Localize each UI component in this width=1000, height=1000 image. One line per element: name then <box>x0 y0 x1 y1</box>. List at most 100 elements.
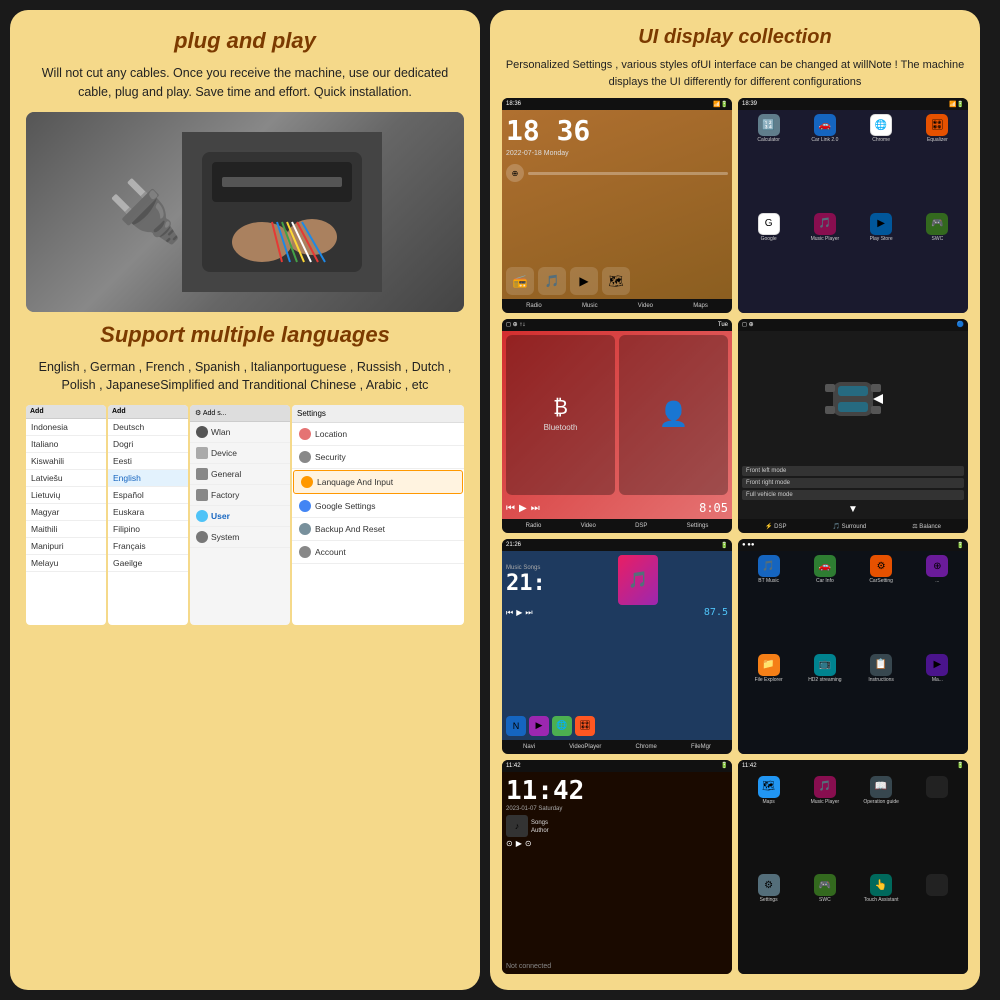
ss5-info: Music Songs 21: <box>506 565 546 596</box>
lang-item-a4[interactable]: Latviešu <box>26 470 106 487</box>
settings-item-location[interactable]: Location <box>292 423 464 446</box>
ss3-dsp-label: DSP <box>635 523 647 529</box>
ss1-clock: 18 36 <box>506 114 728 147</box>
system-icon <box>196 531 208 543</box>
lang-item-a6[interactable]: Magyar <box>26 504 106 521</box>
ss8-blank2 <box>911 874 964 970</box>
lang-item-a8[interactable]: Manipuri <box>26 538 106 555</box>
ss1-maps-label: Maps <box>693 303 708 309</box>
instructions-icon: 📋 <box>870 654 892 676</box>
lang-item-b7[interactable]: Filipino <box>108 521 188 538</box>
lang-item-a7[interactable]: Maithili <box>26 521 106 538</box>
lang-item-b9[interactable]: Gaeilge <box>108 555 188 572</box>
system-label: System <box>211 532 239 542</box>
ss7-prev[interactable]: ⊙ <box>506 839 513 848</box>
ss8-status-bar: 11:42 🔋 <box>738 760 968 772</box>
carinfo-icon: 🚗 <box>814 555 836 577</box>
ss5-time-status: 21:26 <box>506 542 521 548</box>
screenshot-appgrid3: 11:42 🔋 🗺 Maps 🎵 Music Player 📖 Operatio… <box>738 760 968 975</box>
ss7-play[interactable]: ▶ <box>516 839 522 848</box>
ss4-surround-label: 🎵 Surround <box>832 523 866 530</box>
ss7-song-info: Songs Author <box>531 818 549 834</box>
lang-item-a9[interactable]: Melayu <box>26 555 106 572</box>
settings-item-system[interactable]: System <box>190 527 290 548</box>
lang-item-b6[interactable]: Euskara <box>108 504 188 521</box>
ss6-status-bar: ● ●● 🔋 <box>738 539 968 551</box>
ss8-touchassist: 👆 Touch Assistant <box>855 874 908 970</box>
lang-item-a1[interactable]: Indonesia <box>26 419 106 436</box>
ss2-app-google: G Google <box>742 213 795 309</box>
ss1-progress <box>528 172 728 175</box>
plug-title: plug and play <box>26 28 464 54</box>
ss7-not-connected: Not connected <box>506 963 728 970</box>
ss1-radio-label: Radio <box>526 303 542 309</box>
front-right-btn[interactable]: Front right mode <box>742 478 964 488</box>
ss7-next[interactable]: ⊙ <box>525 839 532 848</box>
lang-item-b1[interactable]: Deutsch <box>108 419 188 436</box>
ss5-body: Music Songs 21: 🎵 ⏮ ▶ ⏭ 87.5 <box>502 551 732 740</box>
ss5-bottom-icons: N ▶ 🌐 🎛 <box>506 716 728 736</box>
ss5-prev[interactable]: ⏮ <box>506 608 513 618</box>
music3-icon: 🎵 <box>814 776 836 798</box>
fileexplorer-icon: 📁 <box>758 654 780 676</box>
lang-item-b8[interactable]: Français <box>108 538 188 555</box>
settings-item-device[interactable]: Device <box>190 443 290 464</box>
ss7-artist: Author <box>531 828 549 834</box>
music3-label: Music Player <box>811 799 840 805</box>
settings-item-general[interactable]: General <box>190 464 290 485</box>
carlink-icon: 🚗 <box>814 114 836 136</box>
ss5-play[interactable]: ▶ <box>516 608 522 617</box>
lang-item-a3[interactable]: Kiswahili <box>26 453 106 470</box>
ss3-controls: ⏮ ▶ ⏭ 8:05 <box>506 501 728 515</box>
ss7-controls: ⊙ ▶ ⊙ <box>506 839 728 848</box>
settings-item-user[interactable]: User <box>190 506 290 527</box>
full-vehicle-btn[interactable]: Full vehicle mode <box>742 490 964 500</box>
down-arrow-icon: ▼ <box>848 504 858 515</box>
blank2-icon <box>926 874 948 896</box>
bt-panel: ₿ Bluetooth <box>506 335 615 496</box>
lang-item-b2[interactable]: Dogri <box>108 436 188 453</box>
main-container: plug and play Will not cut any cables. O… <box>10 10 990 990</box>
front-left-btn[interactable]: Front left mode <box>742 466 964 476</box>
ss2-app-carlink: 🚗 Car Link 2.0 <box>798 114 851 210</box>
ss6-btmusic: 🎵 BT Music <box>742 555 795 651</box>
settings-item-google[interactable]: Google Settings <box>292 495 464 518</box>
lang-item-b3[interactable]: Eesti <box>108 453 188 470</box>
more-label: ... <box>935 578 939 584</box>
touch-icon: 👆 <box>870 874 892 896</box>
language-label: Lanquage And Input <box>317 477 393 487</box>
user-label: User <box>211 511 230 521</box>
ss7-body: 11:42 2023-01-07 Saturday ♪ Songs Author… <box>502 772 732 975</box>
ss1-map-icon: 🗺 <box>602 267 630 295</box>
ss6-carsetting: ⚙ CarSetting <box>855 555 908 651</box>
user-icon <box>196 510 208 522</box>
settings-item-security[interactable]: Security <box>292 446 464 469</box>
lang-item-b4[interactable]: English <box>108 470 188 487</box>
ss6-more2: ▶ Ma... <box>911 654 964 750</box>
ss5-status-bar: 21:26 🔋 <box>502 539 732 551</box>
add-label-2: Add <box>112 408 126 415</box>
ss3-time-status: Tue <box>718 322 728 328</box>
settings-item-backup[interactable]: Backup And Reset <box>292 518 464 541</box>
ss6-hd2streaming: 📺 HD2 streaming <box>798 654 851 750</box>
ss1-body: 18 36 2022-07-18 Monday ⊕ 📻 🎵 ▶ 🗺 <box>502 110 732 299</box>
screenshot-clock: 18:36 📶🔋 18 36 2022-07-18 Monday ⊕ 📻 🎵 ▶ <box>502 98 732 313</box>
device-label: Device <box>211 448 237 458</box>
settings-item-factory[interactable]: Factory <box>190 485 290 506</box>
opguide-icon: 📖 <box>870 776 892 798</box>
more2-icon: ▶ <box>926 654 948 676</box>
ss5-next[interactable]: ⏭ <box>525 608 532 618</box>
lang-item-a5[interactable]: Lietuvių <box>26 487 106 504</box>
ss4-status-bar: ◻ ⊕ 🔵 <box>738 319 968 331</box>
ss1-radio-icon: 📻 <box>506 267 534 295</box>
ss8-blank <box>911 776 964 872</box>
settings-item-account[interactable]: Account <box>292 541 464 564</box>
lang-item-a2[interactable]: Italiano <box>26 436 106 453</box>
security-icon <box>299 451 311 463</box>
settings-item-wlan[interactable]: Wlan <box>190 422 290 443</box>
settings-item-language[interactable]: Lanquage And Input <box>293 470 463 494</box>
lang-item-b5[interactable]: Español <box>108 487 188 504</box>
ss1-date: 2022-07-18 Monday <box>506 150 728 157</box>
ss5-bottom-bar: Navi VideoPlayer Chrome FileMgr <box>502 740 732 754</box>
ss1-bt-icon: ⊕ <box>506 164 524 182</box>
